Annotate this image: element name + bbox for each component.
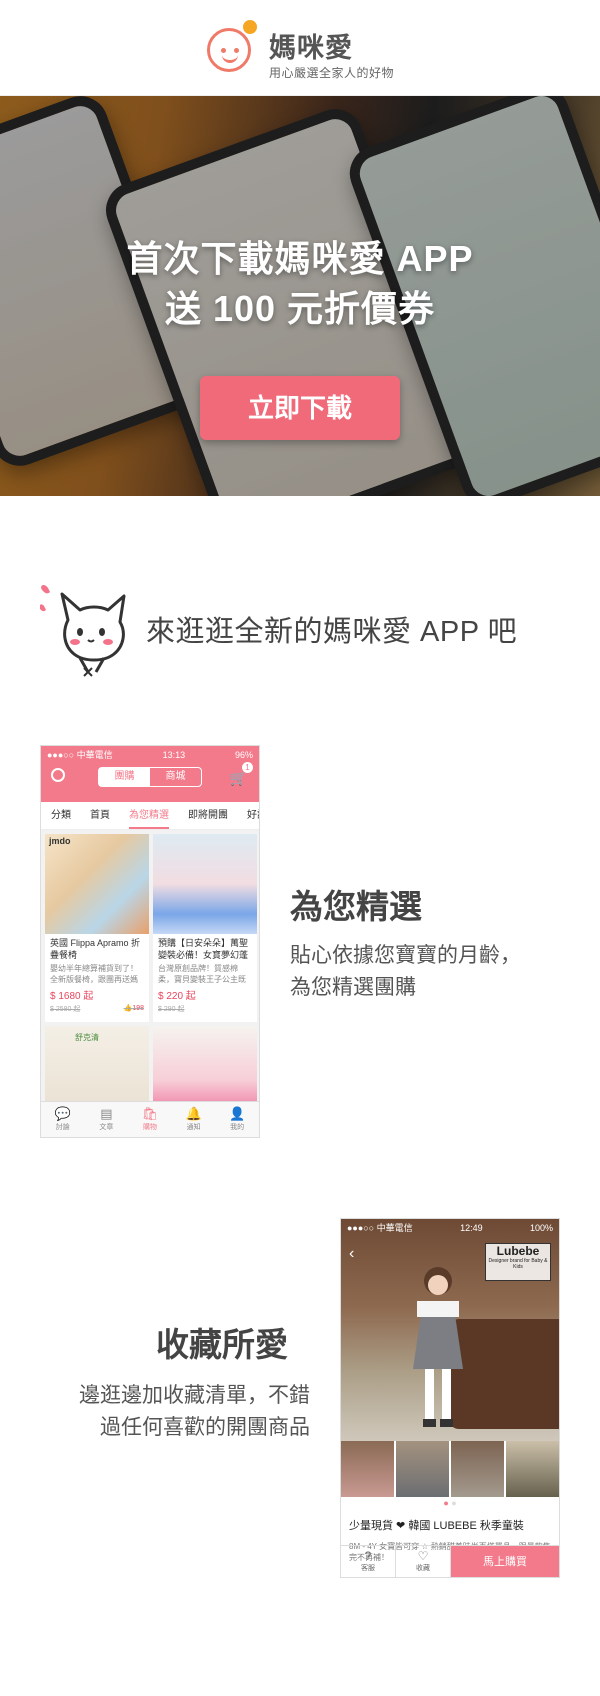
search-icon[interactable] [51, 768, 65, 782]
segment-mall[interactable]: 商城 [150, 768, 201, 786]
product-original-price: $ 290 起 [158, 1006, 185, 1013]
tab-reviews[interactable]: 好評 [247, 802, 259, 829]
heart-icon: ♡ [417, 1549, 429, 1563]
favorites-phone-screenshot: ●●●○○ 中華電信 12:49 100% ‹ Lubebe Designer … [340, 1218, 560, 1578]
product-card[interactable]: jmdo 英國 Flippa Apramo 折疊餐椅 嬰幼半年總算補貨到了！全新… [45, 834, 149, 1022]
product-image: jmdo [45, 834, 149, 934]
feature-title-featured: 為您精選 [290, 888, 422, 925]
feature-desc-line: 貼心依據您寶寶的月齡， [290, 944, 521, 967]
shopping-bag-icon: 🛍 [141, 1106, 159, 1121]
download-now-button[interactable]: 立即下載 [200, 376, 400, 440]
brand-tagline: 用心嚴選全家人的好物 [269, 66, 395, 80]
category-tabs: 分類 首頁 為您精選 即將開團 好評 [41, 802, 259, 830]
brand-logo[interactable]: 媽咪愛 用心嚴選全家人的好物 [207, 20, 397, 82]
carousel-dots: ● ● [443, 1498, 457, 1508]
child-photo [413, 1267, 463, 1427]
product-title: 預購【日安朵朵】萬聖變裝必備！女寶夢幻蓬 [158, 938, 249, 960]
status-carrier: ●●●○○ 中華電信 [347, 1223, 413, 1233]
thumbnail[interactable] [451, 1441, 504, 1497]
product-title: 少量現貨 ❤ 韓國 LUBEBE 秋季童裝 [349, 1520, 524, 1532]
tab-home[interactable]: 首頁 [90, 802, 110, 829]
featured-phone-screenshot: ●●●○○ 中華電信 13:13 96% 團購 商城 🛒 1 分類 首頁 為您精… [40, 745, 260, 1138]
site-header: 媽咪愛 用心嚴選全家人的好物 [0, 0, 600, 96]
status-battery: 96% [234, 750, 253, 760]
tab-categories[interactable]: 分類 [51, 802, 71, 829]
hero-headline: 首次下載媽咪愛 APP 送 100 元折價券 [0, 234, 600, 334]
product-price: $ 220 起 [158, 991, 196, 1002]
nav-label: 通知 [186, 1124, 201, 1131]
status-time: 13:13 [162, 750, 186, 760]
cart-badge: 1 [242, 762, 253, 773]
feature-desc-line: 為您精選團購 [290, 976, 416, 999]
feature-desc-featured: 貼心依據您寶寶的月齡， 為您精選團購 [290, 940, 521, 1004]
nav-label: 文章 [99, 1124, 114, 1131]
status-bar: ●●●○○ 中華電信 13:13 96% [41, 746, 259, 764]
hero-line-2: 送 100 元折價券 [164, 288, 436, 329]
tab-upcoming[interactable]: 即將開團 [188, 802, 228, 829]
favorite-button[interactable]: ♡ 收藏 [396, 1546, 451, 1577]
nav-articles[interactable]: ▤ 文章 [85, 1102, 129, 1137]
download-hero-banner: 首次下載媽咪愛 APP 送 100 元折價券 立即下載 [0, 96, 600, 496]
like-count[interactable]: 👍198 [124, 1004, 144, 1014]
nav-notifications[interactable]: 🔔 通知 [172, 1102, 216, 1137]
product-desc: 台灣原創品牌！質感棉柔，寶貝變裝王子公主既 [158, 964, 246, 984]
thumbnail-strip [341, 1441, 559, 1497]
product-original-price: $ 2580 起 [50, 1006, 81, 1013]
feature-title-favorites: 收藏所愛 [156, 1326, 288, 1363]
thumbnail[interactable] [396, 1441, 449, 1497]
nav-label: 討論 [55, 1124, 70, 1131]
product-price: $ 1680 起 [50, 991, 94, 1002]
segment-control: 團購 商城 [98, 767, 202, 787]
thumbnail[interactable] [506, 1441, 559, 1497]
feature-desc-line: 過任何喜歡的開團商品 [100, 1416, 310, 1439]
nav-label: 我的 [230, 1124, 245, 1131]
nav-shopping[interactable]: 🛍 購物 [128, 1102, 172, 1137]
brand-badge: Lubebe Designer brand for Baby & Kids [485, 1243, 551, 1281]
nav-profile[interactable]: 👤 我的 [215, 1102, 259, 1137]
chat-icon: 💬 [54, 1106, 71, 1121]
nav-discussion[interactable]: 💬 討論 [41, 1102, 85, 1137]
thumbnail[interactable] [341, 1441, 394, 1497]
buy-now-button[interactable]: 馬上購買 [451, 1546, 559, 1577]
feature-desc-line: 邊逛邊加收藏清單，不錯 [79, 1384, 310, 1407]
status-battery: 100% [529, 1223, 553, 1233]
app-topbar: ●●●○○ 中華電信 13:13 96% 團購 商城 🛒 1 [41, 746, 259, 802]
tab-featured[interactable]: 為您精選 [129, 802, 169, 829]
product-card[interactable]: 預購【日安朵朵】萬聖變裝必備！女寶夢幻蓬 台灣原創品牌！質感棉柔，寶貝變裝王子公… [153, 834, 257, 1022]
segment-group-buy[interactable]: 團購 [99, 768, 150, 786]
product-brand: 舒克清 [75, 1033, 99, 1042]
button-label: 客服 [361, 1565, 375, 1572]
customer-service-button[interactable]: ? 客服 [341, 1546, 396, 1577]
brand-badge-name: Lubebe [496, 1244, 540, 1258]
brand-name: 媽咪愛 [269, 33, 353, 63]
button-label: 收藏 [416, 1565, 430, 1572]
nav-label: 購物 [142, 1124, 157, 1131]
product-desc: 嬰幼半年總算補貨到了！全新版餐椅，跟團再送媽 [50, 964, 138, 984]
bell-icon: 🔔 [185, 1106, 202, 1121]
feature-desc-favorites: 邊逛邊加收藏清單，不錯 過任何喜歡的開團商品 [44, 1380, 310, 1444]
logo-sparkle-icon [243, 20, 257, 34]
article-icon: ▤ [100, 1106, 113, 1121]
logo-face-icon [207, 28, 251, 72]
cat-mascot-icon [40, 584, 126, 677]
intro-section: 來逛逛全新的媽咪愛 APP 吧 [0, 560, 600, 680]
brand-badge-sub: Designer brand for Baby & Kids [488, 1258, 548, 1270]
product-brand: jmdo [49, 836, 71, 846]
product-hero-photo: ●●●○○ 中華電信 12:49 100% ‹ Lubebe Designer … [341, 1219, 559, 1441]
hero-line-1: 首次下載媽咪愛 APP [126, 238, 474, 279]
back-arrow-icon[interactable]: ‹ [349, 1245, 354, 1263]
bottom-nav: 💬 討論 ▤ 文章 🛍 購物 🔔 通知 👤 我的 [41, 1101, 259, 1137]
status-carrier: ●●●○○ 中華電信 [47, 750, 113, 760]
product-grid: jmdo 英國 Flippa Apramo 折疊餐椅 嬰幼半年總算補貨到了！全新… [41, 830, 259, 1120]
product-image [153, 834, 257, 934]
user-icon: 👤 [229, 1106, 246, 1121]
question-icon: ? [364, 1549, 372, 1563]
product-action-bar: ? 客服 ♡ 收藏 馬上購買 [341, 1545, 559, 1577]
like-count-value: 198 [132, 1005, 144, 1012]
product-title: 英國 Flippa Apramo 折疊餐椅 [50, 938, 141, 960]
status-bar: ●●●○○ 中華電信 12:49 100% [341, 1219, 559, 1237]
status-time: 12:49 [460, 1223, 483, 1233]
intro-heading: 來逛逛全新的媽咪愛 APP 吧 [146, 616, 518, 648]
